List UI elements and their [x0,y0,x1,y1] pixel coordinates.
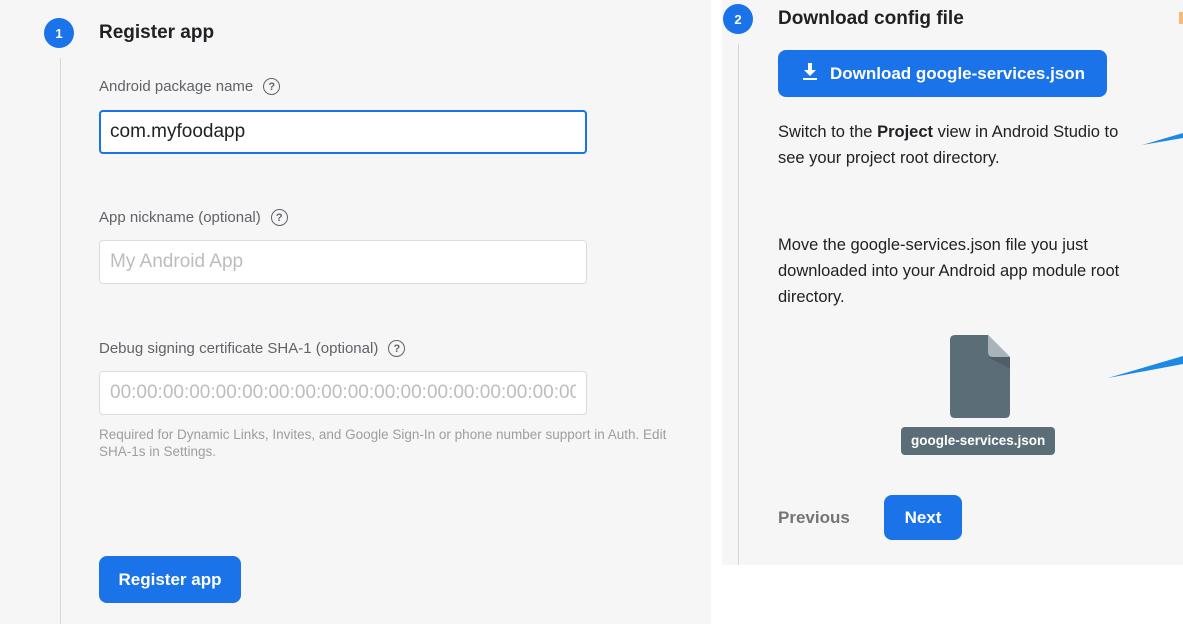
move-file-instruction: Move the google-services.json file you j… [778,236,1120,306]
app-nickname-input[interactable] [99,240,587,284]
help-icon[interactable]: ? [270,209,288,226]
download-config-button-label: Download google-services.json [829,63,1086,83]
decorative-streak [1108,350,1183,385]
step-connector-line [738,44,739,565]
project-view-instruction: Switch to the Project view in Android St… [778,119,1148,171]
previous-button[interactable]: Previous [778,508,850,528]
step-title: Register app [99,22,215,43]
register-app-step: 1 Register app Android package name ? Ap… [0,0,711,624]
instruction-emphasis: Project [877,123,933,141]
next-button[interactable]: Next [884,495,962,540]
sha1-helper-text: Required for Dynamic Links, Invites, and… [99,427,667,459]
step-number-badge: 2 [723,4,753,34]
step-title: Download config file [778,8,964,29]
sha1-input[interactable] [99,371,587,415]
file-name-label: google-services.json [901,427,1056,455]
package-name-label-text: Android package name [99,78,254,95]
decorative-streak [1142,125,1183,152]
decorative-accent [1179,12,1183,24]
app-nickname-label-text: App nickname (optional) [99,209,261,226]
step-number-badge: 1 [44,18,74,48]
file-icon [950,335,1010,423]
help-icon[interactable]: ? [263,78,281,95]
download-config-step: 2 Download config file Download google-s… [722,0,1183,565]
sha1-label: Debug signing certificate SHA-1 (optiona… [99,340,406,357]
register-app-button[interactable]: Register app [99,556,241,603]
package-name-label: Android package name ? [99,78,281,95]
download-config-button[interactable]: Download google-services.json [778,50,1107,97]
instruction-text: Switch to the [778,123,878,141]
package-name-input[interactable] [99,110,587,154]
download-icon [800,61,820,86]
app-nickname-label: App nickname (optional) ? [99,209,288,226]
step-connector-line [60,58,61,624]
help-icon[interactable]: ? [388,340,406,357]
sha1-label-text: Debug signing certificate SHA-1 (optiona… [99,340,379,357]
